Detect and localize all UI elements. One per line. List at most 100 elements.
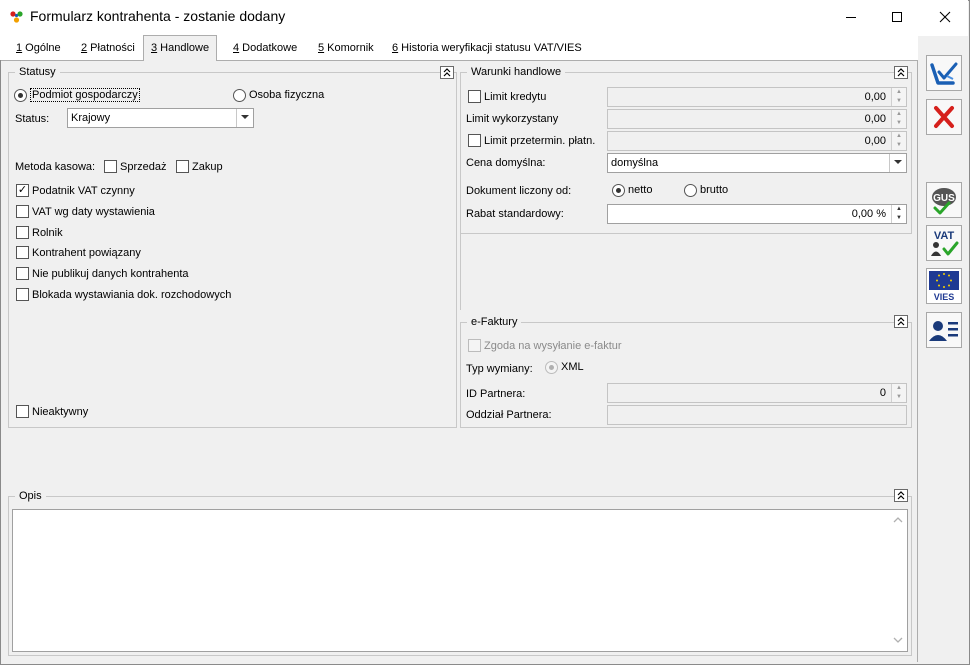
statusy-collapse-button[interactable] [440, 66, 454, 79]
tab-dodatkowe[interactable]: 4 Dodatkowe [226, 37, 304, 60]
maximize-button[interactable] [874, 0, 920, 33]
tab-ogolne[interactable]: 1 Ogólne [9, 37, 68, 60]
kontrahent-powiazany-label: Kontrahent powiązany [32, 247, 141, 259]
vat-icon: VAT [931, 230, 959, 256]
warunki-title: Warunki handlowe [467, 66, 566, 78]
nieaktywny-checkbox[interactable] [16, 405, 29, 418]
gus-button[interactable]: GUS [926, 182, 962, 218]
zakup-checkbox[interactable] [176, 160, 189, 173]
opis-textarea[interactable] [12, 509, 908, 652]
xml-label: XML [561, 361, 584, 373]
cena-domyslna-value: domyślna [611, 157, 659, 169]
xml-radio[interactable] [545, 361, 558, 374]
oddzial-partnera-label: Oddział Partnera: [466, 409, 552, 421]
rolnik-checkbox[interactable] [16, 226, 29, 239]
tab-label: Komornik [324, 42, 374, 54]
chevron-down-icon [241, 115, 249, 119]
efaktury-group-line [460, 322, 912, 323]
rabat-spinner[interactable]: ▲ ▼ [891, 205, 906, 223]
podatnik-vat-checkbox[interactable]: ✓ [16, 184, 29, 197]
gus-text: GUS [933, 193, 955, 204]
vat-verification-button[interactable]: VAT [926, 225, 962, 261]
cena-domyslna-label: Cena domyślna: [466, 157, 546, 169]
maximize-icon [892, 11, 902, 22]
save-button[interactable] [926, 55, 962, 91]
contact-card-icon [929, 321, 958, 341]
spin-down-icon: ▼ [896, 142, 902, 148]
warunki-collapse-button[interactable] [894, 66, 908, 79]
kontrahent-powiazany-checkbox[interactable] [16, 246, 29, 259]
spin-down-icon: ▼ [896, 120, 902, 126]
cena-domyslna-select[interactable]: domyślna [607, 153, 907, 173]
vat-text: VAT [934, 230, 955, 242]
spin-up-icon: ▲ [896, 111, 902, 117]
netto-radio[interactable] [612, 184, 625, 197]
gus-icon: GUS [932, 188, 956, 215]
status-select[interactable]: Krajowy [67, 108, 254, 128]
podmiot-gospodarczy-radio[interactable] [14, 89, 27, 102]
nie-publikuj-label: Nie publikuj danych kontrahenta [32, 268, 189, 280]
vies-icon: VIES [929, 271, 959, 302]
contact-card-button[interactable] [926, 312, 962, 348]
close-button[interactable] [922, 0, 968, 33]
osoba-fizyczna-radio[interactable] [233, 89, 246, 102]
cena-dropdown-button[interactable] [889, 154, 906, 172]
collapse-up-icon [897, 317, 905, 326]
collapse-up-icon [897, 491, 905, 500]
spin-down-icon: ▼ [896, 98, 902, 104]
spin-down-icon: ▼ [896, 394, 902, 400]
vat-wg-daty-checkbox[interactable] [16, 205, 29, 218]
limit-przeterm-field[interactable]: 0,00 [607, 131, 907, 151]
limit-przeterm-checkbox[interactable] [468, 134, 481, 147]
limit-kredytu-spinner[interactable]: ▲ ▼ [891, 88, 906, 106]
rabat-standardowy-field[interactable]: 0,00 % [607, 204, 907, 224]
spin-up-icon: ▲ [896, 385, 902, 391]
opis-group-line [8, 496, 912, 497]
tab-label: Historia weryfikacji statusu VAT/VIES [398, 42, 582, 54]
rolnik-label: Rolnik [32, 227, 63, 239]
tab-label: Płatności [87, 42, 135, 54]
cancel-button[interactable] [926, 99, 962, 135]
tab-handlowe[interactable]: 3 Handlowe [143, 35, 218, 61]
zgoda-efaktury-label: Zgoda na wysyłanie e-faktur [484, 340, 622, 352]
nie-publikuj-checkbox[interactable] [16, 267, 29, 280]
limit-kredytu-field[interactable]: 0,00 [607, 87, 907, 107]
minimize-button[interactable] [828, 0, 874, 33]
statusy-group-line [8, 72, 457, 73]
id-partnera-field[interactable]: 0 [607, 383, 907, 403]
efaktury-title: e-Faktury [467, 316, 522, 328]
tab-platnosci[interactable]: 2 Płatności [74, 37, 142, 60]
zgoda-efaktury-checkbox[interactable] [468, 339, 481, 352]
minimize-icon [846, 16, 856, 18]
scroll-down-icon [893, 637, 903, 643]
opis-scrollbar[interactable] [889, 510, 907, 651]
limit-przeterm-spinner[interactable]: ▲ ▼ [891, 132, 906, 150]
osoba-fizyczna-label: Osoba fizyczna [249, 89, 325, 101]
sprzedaz-label: Sprzedaż [120, 161, 167, 173]
efaktury-collapse-button[interactable] [894, 315, 908, 328]
save-icon [930, 62, 958, 85]
tab-label: Ogólne [22, 42, 61, 54]
id-partnera-label: ID Partnera: [466, 388, 526, 400]
vat-wg-daty-label: VAT wg daty wystawienia [32, 206, 155, 218]
dokument-liczony-label: Dokument liczony od: [466, 185, 572, 197]
tab-label: Dodatkowe [239, 42, 298, 54]
id-partnera-spinner[interactable]: ▲ ▼ [891, 384, 906, 402]
podmiot-gospodarczy-label: Podmiot gospodarczy [30, 88, 140, 102]
vies-text: VIES [934, 292, 955, 302]
oddzial-partnera-field[interactable] [607, 405, 907, 425]
tab-komornik[interactable]: 5 Komornik [311, 37, 381, 60]
collapse-up-icon [443, 68, 451, 77]
collapse-up-icon [897, 68, 905, 77]
tab-historia-vat-vies[interactable]: 6 Historia weryfikacji statusu VAT/VIES [385, 37, 589, 60]
chevron-down-icon [894, 160, 902, 164]
netto-label: netto [628, 184, 653, 196]
limit-przeterm-label: Limit przetermin. płatn. [484, 135, 596, 147]
opis-collapse-button[interactable] [894, 489, 908, 502]
brutto-radio[interactable] [684, 184, 697, 197]
sprzedaz-checkbox[interactable] [104, 160, 117, 173]
status-dropdown-button[interactable] [236, 109, 253, 127]
blokada-checkbox[interactable] [16, 288, 29, 301]
vies-button[interactable]: VIES [926, 268, 962, 304]
limit-kredytu-checkbox[interactable] [468, 90, 481, 103]
